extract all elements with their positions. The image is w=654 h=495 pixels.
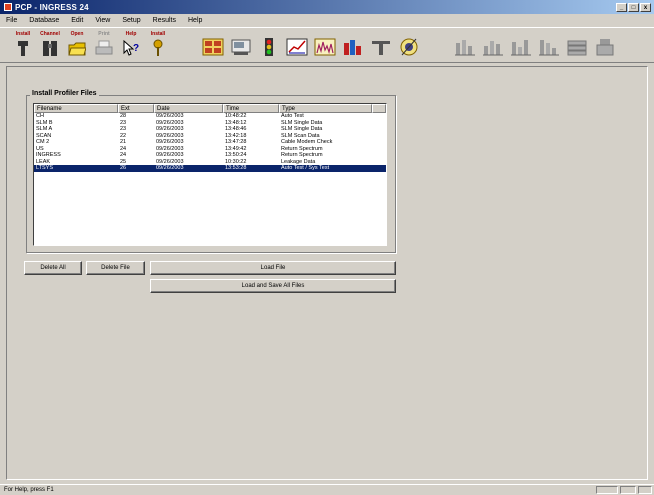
ingress-bars-icon bbox=[344, 40, 361, 55]
open-folder-icon bbox=[68, 42, 86, 56]
delete-all-button[interactable]: Delete All bbox=[24, 261, 82, 275]
tool-button-7[interactable] bbox=[368, 31, 394, 60]
chart-gray-4-icon bbox=[539, 40, 559, 56]
delete-file-button[interactable]: Delete File bbox=[86, 261, 145, 275]
cell-filename: LTSYS bbox=[36, 165, 54, 171]
tool-button-11[interactable] bbox=[508, 31, 534, 60]
tool-button-6[interactable] bbox=[340, 31, 366, 60]
tool-button-10[interactable] bbox=[480, 31, 506, 60]
title-bar: PCP - INGRESS 24 _ □ x bbox=[0, 0, 654, 14]
status-pane-1 bbox=[596, 486, 618, 494]
tool-button-5[interactable] bbox=[312, 31, 338, 60]
tool-button-14[interactable] bbox=[592, 31, 618, 60]
menu-setup[interactable]: Setup bbox=[116, 17, 146, 24]
col-time[interactable]: Time bbox=[223, 104, 279, 113]
cable-modem-icon bbox=[231, 39, 251, 55]
help-button[interactable]: Help ? bbox=[118, 31, 144, 60]
maximize-button[interactable]: □ bbox=[628, 2, 639, 12]
status-pane-3 bbox=[638, 486, 652, 494]
satellite-dish-icon bbox=[400, 38, 418, 56]
print-icon bbox=[95, 40, 113, 55]
chart-gray-3-icon bbox=[511, 40, 531, 56]
toolbar: Install Channel Open Print Help ? Instal… bbox=[0, 27, 654, 63]
menu-database[interactable]: Database bbox=[23, 17, 65, 24]
file-list[interactable]: Filename Ext Date Time Type CH 28 09/26/20… bbox=[33, 103, 387, 246]
channel-button[interactable]: Channel bbox=[37, 31, 63, 60]
device-gray-icon bbox=[596, 39, 614, 56]
leakage-tool-icon bbox=[372, 41, 390, 55]
window-controls: _ □ x bbox=[616, 2, 651, 12]
install-wrench-button[interactable]: Install bbox=[145, 31, 171, 60]
col-date[interactable]: Date bbox=[154, 104, 223, 113]
minimize-button[interactable]: _ bbox=[616, 2, 627, 12]
list-body: CH 28 09/26/2003 10:48:22 Auto Test SLM B 23 09… bbox=[34, 113, 386, 172]
tool-button-8[interactable] bbox=[396, 31, 422, 60]
tool-button-9[interactable] bbox=[452, 31, 478, 60]
meter-grid-icon bbox=[202, 38, 224, 56]
help-icon: ? bbox=[123, 39, 139, 56]
menu-results[interactable]: Results bbox=[147, 17, 182, 24]
app-icon bbox=[4, 3, 12, 11]
svg-text:?: ? bbox=[133, 43, 139, 54]
window-title: PCP - INGRESS 24 bbox=[15, 2, 89, 12]
status-pane-2 bbox=[620, 486, 636, 494]
install-button[interactable]: Install bbox=[10, 31, 36, 60]
channel-icon bbox=[43, 41, 57, 56]
line-graph-icon bbox=[286, 38, 308, 56]
chart-gray-2-icon bbox=[483, 41, 503, 56]
tool-button-2[interactable] bbox=[228, 31, 254, 60]
menu-file[interactable]: File bbox=[0, 17, 23, 24]
traffic-light-icon bbox=[265, 38, 273, 56]
close-button[interactable]: x bbox=[640, 2, 651, 12]
list-item[interactable]: LTSYS 26 09/26/2003 13:53:28 Auto Test / Sys… bbox=[34, 165, 386, 172]
menu-view[interactable]: View bbox=[89, 17, 116, 24]
spectrum-icon bbox=[314, 38, 336, 56]
cell-type: Auto Test / Sys Test bbox=[281, 165, 330, 171]
col-filename[interactable]: Filename bbox=[34, 104, 118, 113]
cell-date: 09/26/2003 bbox=[156, 165, 184, 171]
menu-bar: File Database Edit View Setup Results He… bbox=[0, 14, 654, 27]
cell-ext: 26 bbox=[120, 165, 127, 171]
install-wrench-icon bbox=[153, 39, 163, 56]
tool-button-1[interactable] bbox=[200, 31, 226, 60]
tool-button-4[interactable] bbox=[284, 31, 310, 60]
load-save-all-button[interactable]: Load and Save All Files bbox=[150, 279, 396, 293]
stack-gray-icon bbox=[567, 40, 587, 56]
list-header: Filename Ext Date Time Type bbox=[34, 104, 386, 113]
print-button[interactable]: Print bbox=[91, 31, 117, 60]
status-bar: For Help, press F1 bbox=[0, 484, 654, 494]
tool-button-13[interactable] bbox=[564, 31, 590, 60]
group-title: Install Profiler Files bbox=[30, 90, 99, 97]
menu-edit[interactable]: Edit bbox=[65, 17, 89, 24]
install-icon bbox=[18, 41, 28, 56]
open-button[interactable]: Open bbox=[64, 31, 90, 60]
tool-button-3[interactable] bbox=[256, 31, 282, 60]
col-ext[interactable]: Ext bbox=[118, 104, 154, 113]
cell-time: 13:53:28 bbox=[225, 165, 247, 171]
col-filler bbox=[372, 104, 386, 113]
menu-help[interactable]: Help bbox=[182, 17, 208, 24]
tool-button-12[interactable] bbox=[536, 31, 562, 60]
col-type[interactable]: Type bbox=[279, 104, 372, 113]
chart-gray-1-icon bbox=[455, 40, 475, 56]
load-file-button[interactable]: Load File bbox=[150, 261, 396, 275]
